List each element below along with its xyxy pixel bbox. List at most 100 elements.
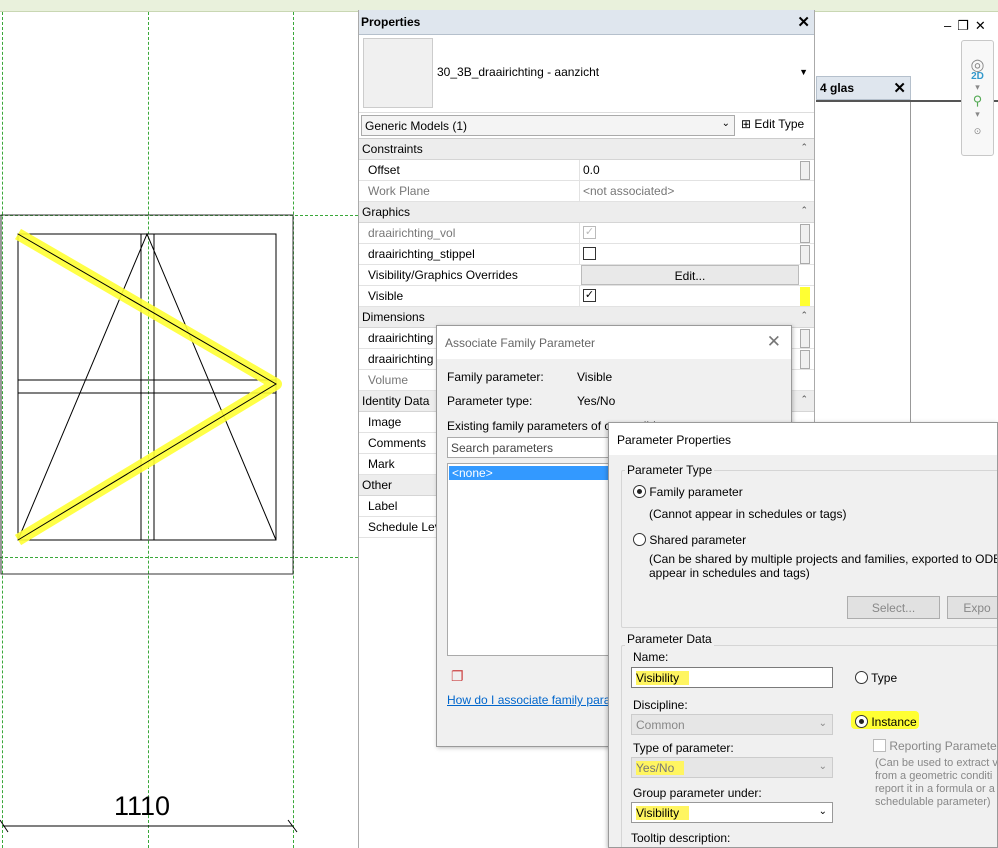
close-icon[interactable]: ✕ [893, 79, 906, 97]
associate-parameter-button[interactable] [800, 161, 810, 180]
property-row-vol[interactable]: draairichting_vol ✓ [359, 223, 814, 244]
edit-type-button[interactable]: ⊞ Edit Type [741, 117, 804, 131]
radio-icon[interactable] [855, 671, 868, 685]
parameter-properties-dialog: Parameter Properties Parameter Type Fami… [608, 422, 998, 848]
property-value-offset[interactable]: 0.0 [579, 160, 797, 181]
zoom-icon[interactable]: ⚲ [962, 93, 993, 109]
parameter-type-legend: Parameter Type [625, 463, 715, 477]
group-label: Identity Data [362, 394, 430, 408]
radio-selected-icon[interactable] [855, 715, 868, 729]
navbar-options-icon[interactable]: ⊙ [962, 126, 993, 137]
family-parameter-label: Family parameter: [447, 370, 544, 384]
properties-title-bar: Properties ✕ [359, 10, 814, 35]
property-name: Work Plane [368, 184, 430, 198]
type-radio-label: Type [871, 671, 898, 685]
property-row-vg-overrides[interactable]: Visibility/Graphics Overrides Edit... [359, 265, 814, 286]
checkbox-vol: ✓ [583, 226, 596, 240]
discipline-label: Discipline: [633, 698, 688, 712]
chevron-down-icon: ⌄ [721, 118, 730, 129]
dialog-title: Parameter Properties [609, 423, 997, 455]
family-parameter-note: (Cannot appear in schedules or tags) [649, 507, 847, 521]
close-icon[interactable]: ✕ [975, 18, 992, 33]
type-of-parameter-label: Type of parameter: [633, 741, 734, 755]
dropdown-arrow-icon[interactable]: ▼ [799, 67, 808, 77]
associate-parameter-button-highlighted[interactable] [800, 287, 810, 306]
reporting-note-4: schedulable parameter) [875, 796, 991, 808]
reporting-note-2: from a geometric conditi [875, 770, 993, 782]
property-row-offset[interactable]: Offset 0.0 [359, 160, 814, 181]
minimize-icon[interactable]: – [944, 18, 957, 33]
view-2d-icon[interactable]: 2D [962, 71, 993, 82]
reporting-parameter-label: Reporting Parameter [889, 739, 998, 753]
group-parameter-dropdown[interactable]: Visibility ⌄ [631, 802, 833, 823]
group-constraints[interactable]: Constraints ⌃ [359, 139, 814, 160]
associate-parameter-button[interactable] [800, 329, 810, 348]
property-row-work-plane[interactable]: Work Plane <not associated> [359, 181, 814, 202]
restore-icon[interactable]: ❐ [957, 18, 975, 33]
property-name: Visibility/Graphics Overrides [368, 268, 518, 282]
group-graphics[interactable]: Graphics ⌃ [359, 202, 814, 223]
tooltip-description-label: Tooltip description: [631, 831, 731, 845]
dialog-title: Associate Family Parameter [445, 336, 596, 350]
type-of-parameter-dropdown: Yes/No ⌄ [631, 757, 833, 778]
checkbox-stippel[interactable] [583, 247, 596, 261]
type-of-parameter-value: Yes/No [636, 761, 675, 775]
selector-row: Generic Models (1) ⌄ ⊞ Edit Type [359, 113, 814, 139]
associate-parameter-button[interactable] [800, 350, 810, 369]
collapse-icon[interactable]: ⌃ [800, 310, 808, 321]
collapse-icon[interactable]: ⌃ [800, 142, 808, 153]
family-type-name: 30_3B_draairichting - aanzicht [437, 65, 600, 79]
parameter-type-value: Yes/No [577, 394, 616, 408]
collapse-icon[interactable]: ⌃ [800, 205, 808, 216]
select-button[interactable]: Select... [847, 596, 940, 619]
help-link[interactable]: How do I associate family param [447, 693, 620, 707]
group-label: Dimensions [362, 310, 425, 324]
drawing-canvas[interactable]: 1110 [0, 12, 358, 848]
chevron-down-icon: ⌄ [818, 718, 827, 729]
shared-parameter-radio[interactable]: Shared parameter [633, 533, 746, 547]
export-button[interactable]: Expo [947, 596, 997, 619]
type-thumbnail [363, 38, 433, 108]
view-tab[interactable]: 4 glas ✕ [816, 76, 911, 100]
group-parameter-label: Group parameter under: [633, 786, 762, 800]
property-row-visible[interactable]: Visible ✓ [359, 286, 814, 307]
shared-parameter-note-1: (Can be shared by multiple projects and … [649, 552, 998, 566]
family-parameter-radio[interactable]: Family parameter [633, 485, 743, 499]
collapse-icon[interactable]: ⌃ [800, 394, 808, 405]
window-elevation-drawing [0, 214, 298, 833]
search-input[interactable]: Search parameters [447, 437, 617, 458]
new-parameter-icon[interactable]: ❐ [451, 668, 467, 684]
dimension-label[interactable]: 1110 [114, 791, 170, 822]
chevron-down-icon: ⌄ [818, 806, 827, 817]
associate-parameter-button[interactable] [800, 224, 810, 243]
property-row-stippel[interactable]: draairichting_stippel [359, 244, 814, 265]
associate-parameter-button[interactable] [800, 245, 810, 264]
chevron-down-icon[interactable]: ▾ [962, 82, 993, 93]
property-name: draairichting_vol [368, 226, 456, 240]
name-value: Visibility [636, 671, 680, 685]
type-selector[interactable]: 30_3B_draairichting - aanzicht ▼ [359, 35, 814, 113]
group-label: Constraints [362, 142, 423, 156]
window-controls: –❐✕ [944, 18, 992, 34]
radio-selected-icon[interactable] [633, 485, 646, 499]
radio-icon[interactable] [633, 533, 646, 547]
close-icon[interactable]: ✕ [797, 13, 810, 31]
group-label: Other [362, 478, 393, 492]
list-item[interactable]: <none> [449, 466, 615, 480]
shared-parameter-note-2: appear in schedules and tags) [649, 566, 810, 580]
instance-radio[interactable]: Instance [855, 715, 917, 729]
group-parameter-value: Visibility [636, 806, 680, 820]
view-tab-label: 4 glas [820, 81, 855, 95]
type-radio[interactable]: Type [855, 671, 897, 685]
name-field[interactable]: Visibility [631, 667, 833, 688]
close-icon[interactable]: ✕ [767, 332, 781, 352]
parameter-list[interactable]: <none> [447, 463, 617, 656]
instance-filter-dropdown[interactable]: Generic Models (1) ⌄ [361, 115, 735, 136]
family-parameter-label: Family parameter [649, 485, 743, 499]
vg-edit-button[interactable]: Edit... [581, 265, 799, 285]
checkbox-visible[interactable]: ✓ [583, 289, 596, 303]
chevron-down-icon[interactable]: ▾ [962, 109, 993, 120]
shared-parameter-label: Shared parameter [649, 533, 747, 547]
checkbox-icon [873, 739, 886, 753]
property-name: Visible [368, 289, 404, 303]
